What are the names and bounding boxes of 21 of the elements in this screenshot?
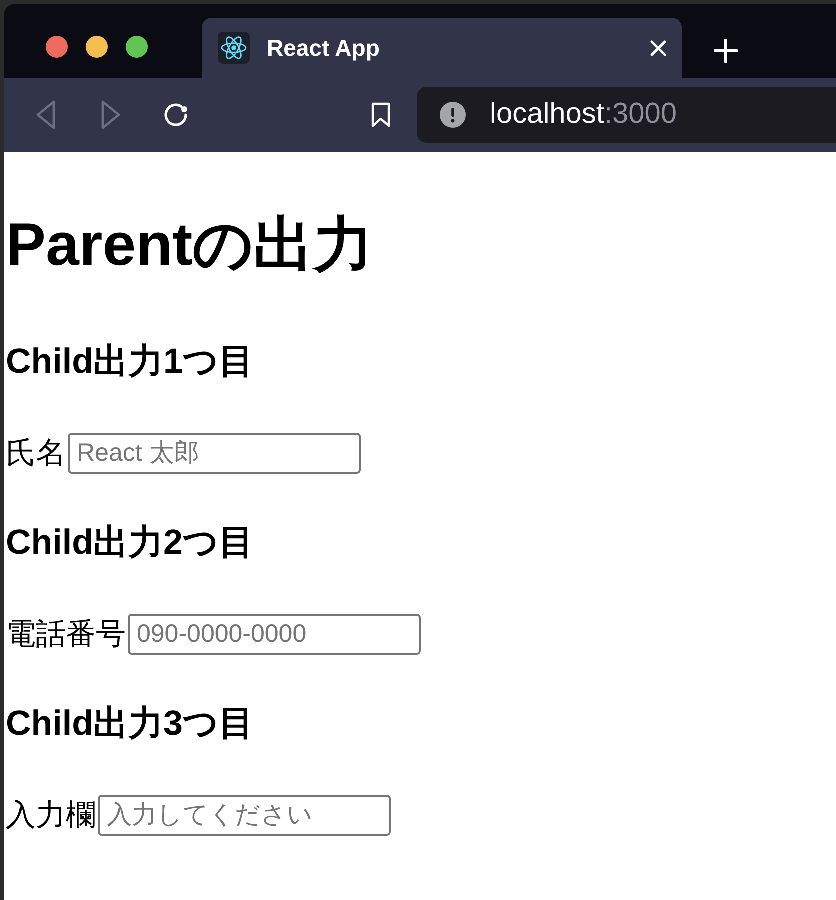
- bookmark-icon[interactable]: [371, 102, 391, 128]
- input-field[interactable]: 入力してください: [98, 795, 391, 836]
- page-heading: Parentの出力: [6, 210, 374, 280]
- atom-icon: [218, 32, 250, 64]
- address-field[interactable]: localhost:3000: [417, 87, 836, 143]
- section-heading: Child出力1つ目: [6, 342, 254, 382]
- minimize-window-icon[interactable]: [86, 36, 108, 58]
- input-field[interactable]: 090-0000-0000: [128, 614, 421, 655]
- close-icon[interactable]: [650, 40, 667, 56]
- field-label: 電話番号: [6, 616, 126, 652]
- field-label: 入力欄: [6, 798, 96, 834]
- section-heading: Child出力3つ目: [6, 704, 254, 744]
- field-label: 氏名: [6, 436, 66, 472]
- section-heading: Child出力2つ目: [6, 523, 254, 563]
- input-field[interactable]: React 太郎: [68, 433, 361, 474]
- browser-tab[interactable]: React App: [202, 18, 682, 78]
- reload-icon[interactable]: [162, 101, 190, 129]
- maximize-window-icon[interactable]: [126, 36, 148, 58]
- close-window-icon[interactable]: [46, 36, 68, 58]
- exclamation-circle-icon[interactable]: [440, 102, 466, 128]
- plus-icon[interactable]: [714, 39, 738, 63]
